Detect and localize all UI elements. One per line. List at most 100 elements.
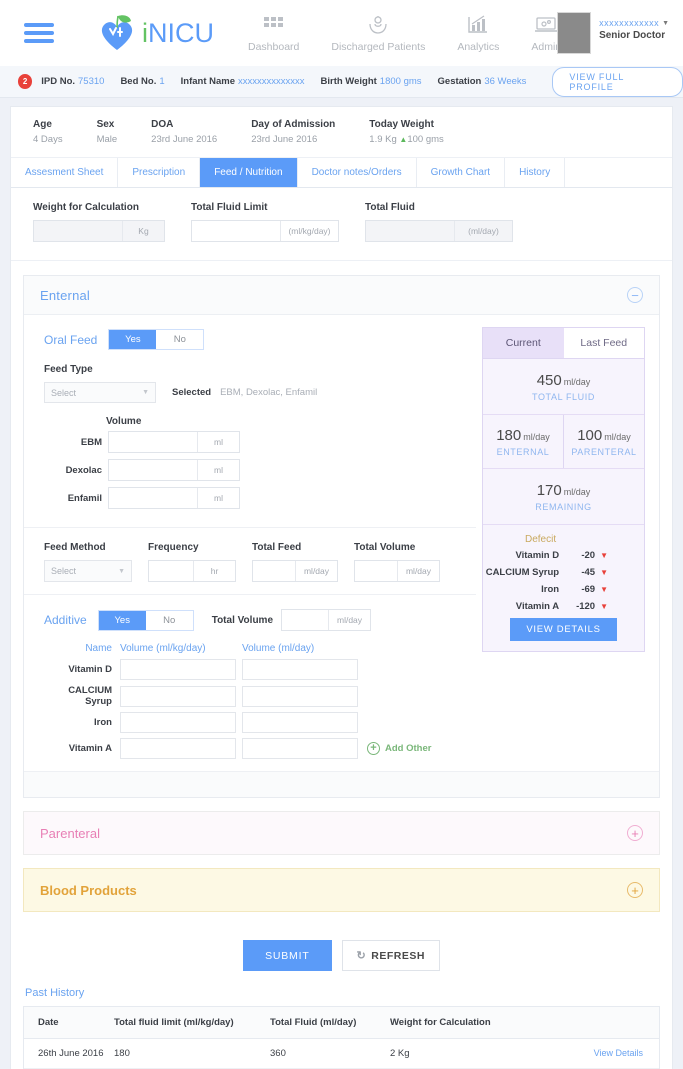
enternal-section-footer — [24, 771, 659, 797]
tab-growth-chart[interactable]: Growth Chart — [417, 158, 506, 187]
additive-row-vitamin-a: Vitamin A + Add Other — [44, 738, 456, 759]
vitamin-d-vol-day-input[interactable] — [242, 659, 358, 680]
nav-item-dashboard[interactable]: Dashboard — [248, 13, 299, 53]
calcium-syrup-vol-kg-input[interactable] — [120, 685, 236, 707]
frequency-input[interactable] — [149, 561, 193, 581]
volume-row-name: Dexolac — [65, 464, 102, 476]
brand-name: iNICU — [142, 18, 214, 49]
nav-item-discharged-patients[interactable]: Discharged Patients — [331, 13, 425, 53]
column-header-total-fluid: Total Fluid (ml/day) — [270, 1017, 357, 1028]
tab-prescription[interactable]: Prescription — [118, 158, 201, 187]
oral-feed-toggle[interactable]: Yes No — [108, 329, 205, 350]
deficit-value: -45 — [581, 567, 596, 578]
total-fluid-input[interactable] — [366, 221, 454, 241]
enternal-right-column: Current Last Feed 450ml/day TOTAL FLUID — [476, 315, 659, 771]
view-details-button[interactable]: VIEW DETAILS — [510, 618, 617, 641]
additive-row-calcium-syrup: CALCIUM Syrup — [44, 685, 456, 707]
additive-no[interactable]: No — [145, 610, 193, 630]
view-details-link[interactable]: View Details — [594, 1048, 643, 1058]
chevron-down-icon[interactable]: ▼ — [662, 20, 669, 27]
field-weight-for-calculation: Weight for Calculation Kg — [33, 202, 165, 242]
oral-feed-yes[interactable]: Yes — [109, 330, 157, 349]
weight-for-calculation-input[interactable] — [34, 221, 122, 241]
total-feed-input[interactable] — [253, 561, 295, 581]
ebm-volume-input[interactable] — [109, 432, 197, 452]
deficit-row-iron: Iron -69 ▼ — [483, 584, 644, 595]
deficit-value: -20 — [581, 550, 596, 561]
refresh-button[interactable]: ↻ REFRESH — [341, 940, 440, 971]
tab-assesment-sheet[interactable]: Assesment Sheet — [11, 158, 119, 187]
total-feed-input-wrap[interactable]: ml/day — [252, 560, 338, 582]
remaining-caption: REMAINING — [535, 502, 592, 512]
total-fluid-input-wrap[interactable]: (ml/day) — [365, 220, 513, 242]
tab-feed-nutrition[interactable]: Feed / Nutrition — [200, 158, 298, 187]
vitamin-a-vol-day-input[interactable] — [242, 738, 358, 759]
alert-badge[interactable]: 2 — [18, 74, 33, 89]
minus-circle-icon[interactable]: − — [627, 287, 643, 303]
total-fluid-limit-input[interactable] — [192, 221, 280, 241]
frequency-input-wrap[interactable]: hr — [148, 560, 236, 582]
cell-limit: 180 — [114, 1048, 130, 1059]
vitamin-a-vol-kg-input[interactable] — [120, 738, 236, 759]
field-total-fluid-limit: Total Fluid Limit (ml/kg/day) — [191, 202, 339, 242]
additive-row-name: CALCIUM Syrup — [68, 685, 112, 707]
feed-method-select[interactable]: Select ▼ — [44, 560, 132, 582]
submit-button[interactable]: SUBMIT — [243, 940, 332, 971]
demographic-age: Age 4 Days — [33, 119, 63, 145]
summary-tab-current[interactable]: Current — [483, 328, 564, 359]
oral-feed-no[interactable]: No — [156, 330, 204, 349]
tab-history[interactable]: History — [505, 158, 566, 187]
deficit-name: CALCIUM Syrup — [485, 567, 560, 578]
weight-for-calculation-input-wrap[interactable]: Kg — [33, 220, 165, 242]
demographic-label: Day of Admission — [251, 119, 336, 130]
plus-circle-icon[interactable]: + — [627, 825, 643, 841]
total-fluid-limit-input-wrap[interactable]: (ml/kg/day) — [191, 220, 339, 242]
add-other-button[interactable]: + Add Other — [367, 742, 431, 755]
plus-circle-icon[interactable]: + — [627, 882, 643, 898]
demographic-label: Sex — [96, 119, 115, 130]
summary-tab-last-feed[interactable]: Last Feed — [563, 328, 644, 359]
infant-value: xxxxxxxxxxxxxx — [238, 76, 305, 87]
brand-logo[interactable]: iNICU — [96, 12, 214, 54]
dexolac-volume-input[interactable] — [109, 460, 197, 480]
user-menu[interactable]: xxxxxxxxxxxx ▼ Senior Doctor — [557, 12, 669, 54]
demographic-day-of-admission: Day of Admission 23rd June 2016 — [251, 119, 335, 145]
iron-vol-day-input[interactable] — [242, 712, 358, 733]
hamburger-menu-icon[interactable] — [24, 19, 54, 47]
vitamin-d-vol-kg-input[interactable] — [120, 659, 236, 680]
dexolac-volume-input-wrap[interactable]: ml — [108, 459, 240, 481]
remaining-readout: 170 ml/day — [483, 482, 644, 499]
calcium-syrup-vol-day-input[interactable] — [242, 685, 358, 707]
deficit-value: -69 — [581, 584, 596, 595]
total-fluid-value: 450 — [536, 372, 562, 389]
additive-toggle[interactable]: Yes No — [97, 609, 194, 631]
demographics-row: Age 4 Days Sex Male DOA 23rd June 2016 D… — [11, 107, 672, 158]
infant-label: Infant Name — [180, 76, 235, 87]
column-header-actions — [590, 1007, 659, 1038]
blood-products-section-bar[interactable]: Blood Products + — [23, 868, 660, 912]
weight-delta: 100 gms — [407, 134, 444, 145]
nav-item-analytics[interactable]: Analytics — [457, 13, 499, 53]
ipd-number: IPD No. 75310 — [41, 76, 104, 87]
bed-label: Bed No. — [120, 76, 157, 87]
oral-feed-label: Oral Feed — [44, 332, 98, 347]
tab-doctor-notes-orders[interactable]: Doctor notes/Orders — [298, 158, 417, 187]
additive-header-vol-kg: Volume (ml/kg/day) — [120, 643, 206, 654]
nav-label: Dashboard — [248, 41, 300, 53]
enfamil-volume-input[interactable] — [109, 488, 197, 508]
enfamil-volume-input-wrap[interactable]: ml — [108, 487, 240, 509]
iron-vol-kg-input[interactable] — [120, 712, 236, 733]
deficit-name: Vitamin D — [515, 550, 560, 561]
deficit-name: Iron — [541, 584, 560, 595]
feed-total-volume-input[interactable] — [355, 561, 397, 581]
additive-yes[interactable]: Yes — [98, 610, 146, 630]
view-full-profile-button[interactable]: VIEW FULL PROFILE — [552, 66, 683, 97]
feed-type-select[interactable]: Select ▼ — [44, 382, 156, 403]
additive-total-volume-input[interactable] — [282, 610, 329, 630]
parenteral-section-bar[interactable]: Parenteral + — [23, 811, 660, 855]
column-header-total-fluid-limit: Total fluid limit (ml/kg/day) — [114, 1017, 234, 1028]
ebm-volume-input-wrap[interactable]: ml — [108, 431, 240, 453]
field-frequency: Frequency hr — [148, 542, 236, 582]
feed-total-volume-input-wrap[interactable]: ml/day — [354, 560, 440, 582]
additive-total-volume-input-wrap[interactable]: ml/day — [281, 609, 372, 631]
